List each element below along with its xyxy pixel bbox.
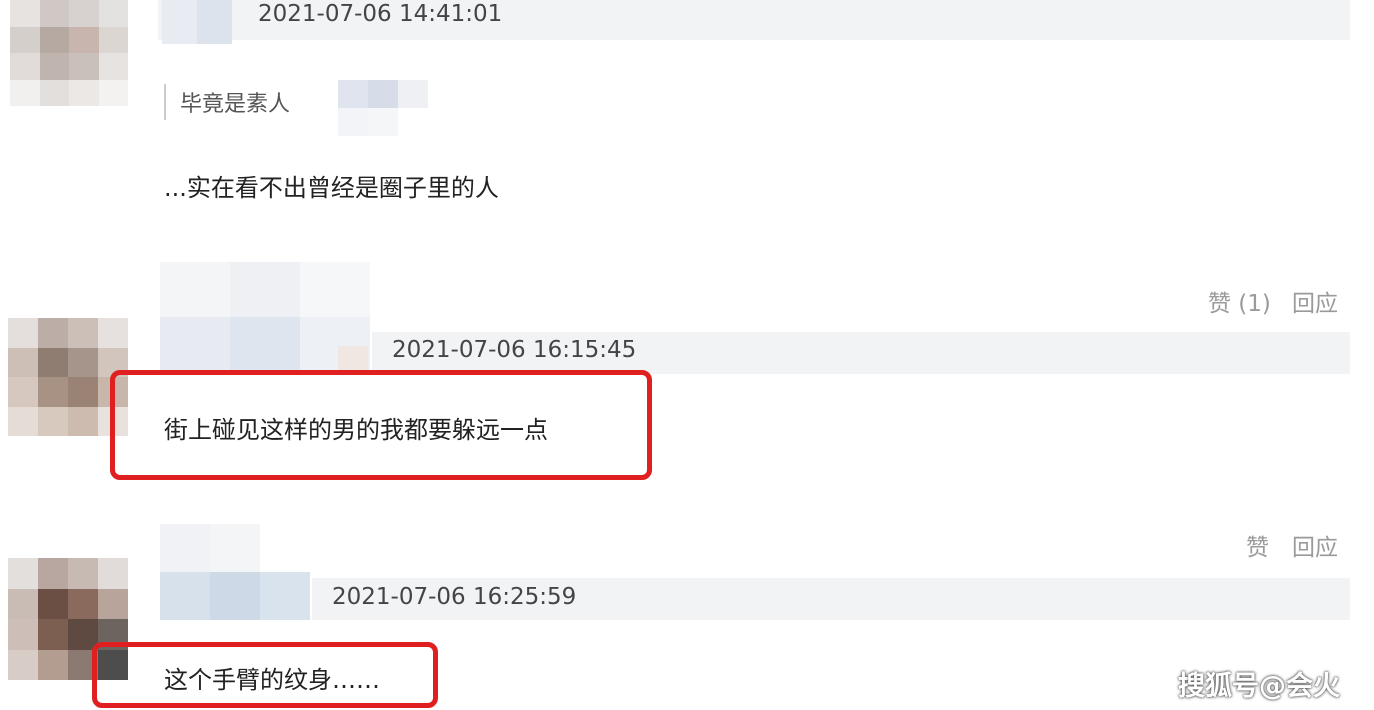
highlight-box (110, 370, 652, 480)
reply-button[interactable]: 回应 (1292, 284, 1338, 318)
username[interactable] (160, 524, 310, 620)
like-button[interactable]: 赞 (1246, 528, 1269, 562)
username-badge (338, 346, 368, 372)
quoted-text: 毕竟是素人 (180, 92, 291, 117)
comment-timestamp: 2021-07-06 14:41:01 (258, 1, 503, 27)
comment-timestamp: 2021-07-06 16:25:59 (332, 584, 577, 610)
highlight-box (92, 642, 438, 708)
quote-bar (164, 84, 166, 120)
username[interactable] (162, 0, 232, 44)
quoted-username[interactable] (338, 80, 428, 136)
avatar[interactable] (10, 0, 128, 106)
comment-text: ...实在看不出曾经是圈子里的人 (164, 174, 499, 202)
comment-timestamp: 2021-07-06 16:15:45 (392, 337, 637, 363)
reply-button[interactable]: 回应 (1292, 528, 1338, 562)
like-button[interactable]: 赞 (1) (1208, 284, 1271, 318)
watermark: 搜狐号@会火 (1178, 671, 1340, 702)
